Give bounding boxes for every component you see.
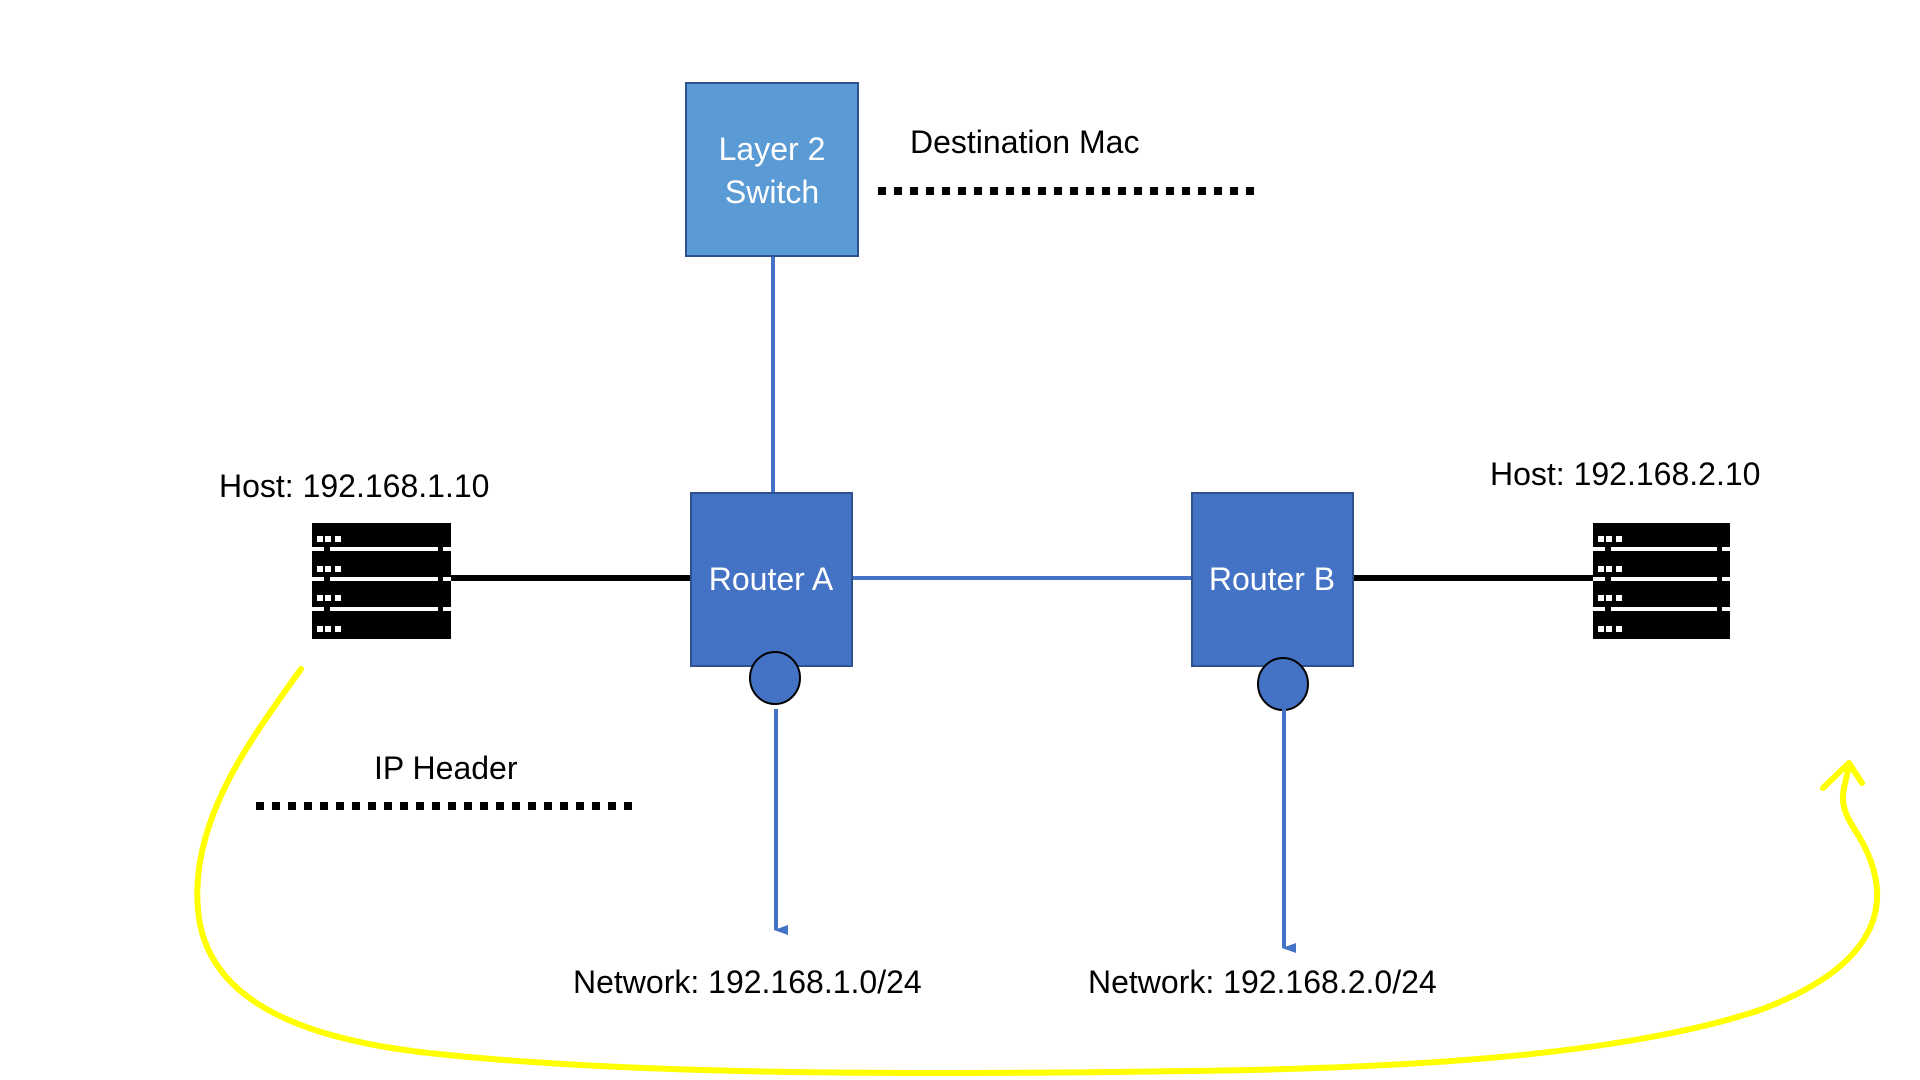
network-2-label: Network: 192.168.2.0/24 <box>1088 964 1437 1000</box>
packet-flow-arrow <box>194 666 1880 1077</box>
host-left[interactable] <box>312 523 451 639</box>
server-rack-icon <box>312 523 451 639</box>
router-b[interactable]: Router B <box>1191 492 1354 667</box>
router-b-interface-port[interactable] <box>1257 657 1309 711</box>
switch-label-line2: Switch <box>725 174 819 210</box>
destination-mac-label: Destination Mac <box>910 124 1139 160</box>
layer2-switch[interactable]: Layer 2 Switch <box>685 82 859 257</box>
switch-label-line1: Layer 2 <box>719 131 826 167</box>
router-a-label: Router A <box>709 561 834 597</box>
router-a[interactable]: Router A <box>690 492 853 667</box>
ip-header-label: IP Header <box>374 750 518 786</box>
network-diagram: Layer 2 Switch Router A Router B Host: 1… <box>194 82 1880 1077</box>
router-b-label: Router B <box>1209 561 1335 597</box>
router-a-interface-port[interactable] <box>749 651 801 705</box>
server-rack-icon <box>1593 523 1730 639</box>
host-left-label: Host: 192.168.1.10 <box>219 468 489 504</box>
network-1-label: Network: 192.168.1.0/24 <box>573 964 922 1000</box>
host-right[interactable] <box>1593 523 1730 639</box>
host-right-label: Host: 192.168.2.10 <box>1490 456 1760 492</box>
